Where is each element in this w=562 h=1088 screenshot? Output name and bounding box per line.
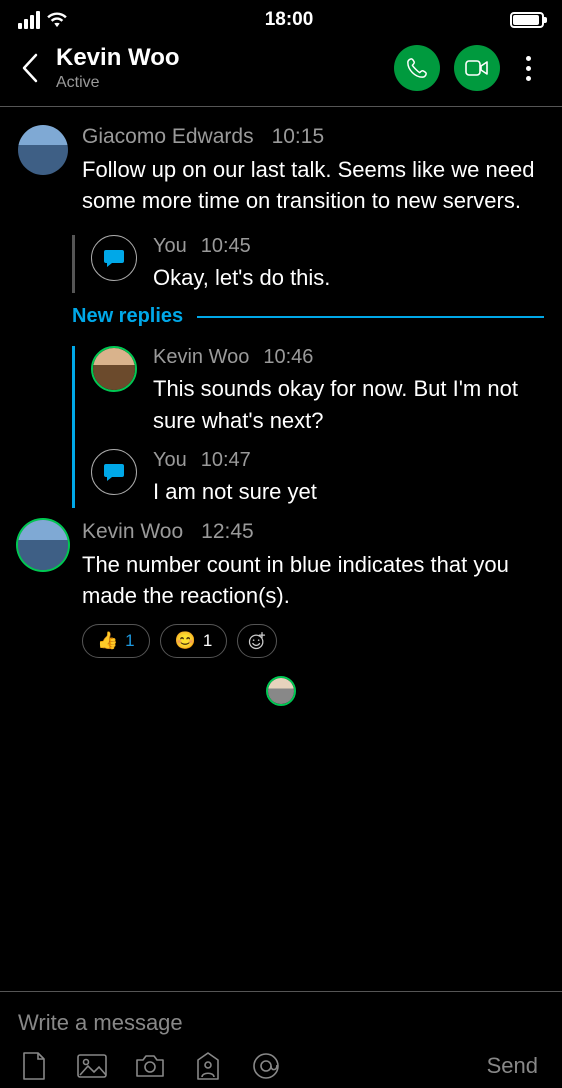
smile-icon: 😊 bbox=[175, 631, 196, 651]
back-button[interactable] bbox=[8, 46, 52, 90]
message-text: This sounds okay for now. But I'm not su… bbox=[153, 373, 544, 437]
image-icon bbox=[76, 1053, 108, 1079]
reaction-smile[interactable]: 😊 1 bbox=[160, 624, 228, 658]
video-icon bbox=[465, 59, 489, 77]
add-reaction-icon bbox=[247, 631, 267, 651]
more-options-button[interactable] bbox=[510, 45, 546, 91]
timestamp: 10:45 bbox=[201, 235, 251, 258]
read-receipt[interactable] bbox=[18, 676, 544, 706]
wifi-icon bbox=[46, 12, 68, 28]
phone-icon bbox=[406, 57, 428, 79]
sender-name: You bbox=[153, 235, 187, 258]
timestamp: 10:47 bbox=[201, 449, 251, 472]
avatar[interactable] bbox=[18, 125, 68, 175]
battery-icon bbox=[510, 12, 544, 28]
avatar[interactable] bbox=[91, 235, 137, 281]
attach-file-button[interactable] bbox=[18, 1050, 50, 1082]
clock: 18:00 bbox=[265, 9, 314, 31]
message-composer: Write a message Send bbox=[0, 992, 562, 1088]
camera-button[interactable] bbox=[134, 1050, 166, 1082]
reaction-count: 1 bbox=[125, 631, 134, 651]
sender-name: Kevin Woo bbox=[82, 520, 183, 544]
send-button[interactable]: Send bbox=[487, 1053, 544, 1079]
at-icon bbox=[251, 1051, 281, 1081]
sender-name: Kevin Woo bbox=[153, 346, 249, 369]
timestamp: 12:45 bbox=[201, 520, 254, 544]
message-input[interactable]: Write a message bbox=[18, 1004, 544, 1050]
timestamp: 10:15 bbox=[272, 125, 325, 149]
chat-header: Kevin Woo Active bbox=[0, 36, 562, 107]
reply-thread: You 10:45 Okay, let's do this. bbox=[72, 235, 544, 294]
reactions-row: 👍 1 😊 1 bbox=[82, 624, 544, 658]
contact-button[interactable] bbox=[192, 1050, 224, 1082]
speech-bubble-icon bbox=[102, 460, 126, 484]
message-text: The number count in blue indicates that … bbox=[82, 550, 544, 612]
reply[interactable]: You 10:47 I am not sure yet bbox=[91, 449, 544, 508]
camera-icon bbox=[134, 1053, 166, 1079]
add-reaction-button[interactable] bbox=[237, 624, 277, 658]
sender-name: You bbox=[153, 449, 187, 472]
speech-bubble-icon bbox=[102, 246, 126, 270]
contact-name[interactable]: Kevin Woo bbox=[56, 44, 380, 72]
message[interactable]: Giacomo Edwards 10:15 Follow up on our l… bbox=[18, 125, 544, 217]
thumbs-up-icon: 👍 bbox=[97, 631, 118, 651]
video-call-button[interactable] bbox=[454, 45, 500, 91]
reaction-thumbs-up[interactable]: 👍 1 bbox=[82, 624, 150, 658]
message-text: Follow up on our last talk. Seems like w… bbox=[82, 155, 544, 217]
avatar bbox=[266, 676, 296, 706]
signal-icon bbox=[18, 11, 40, 29]
status-bar: 18:00 bbox=[0, 0, 562, 36]
mention-button[interactable] bbox=[250, 1050, 282, 1082]
message[interactable]: Kevin Woo 12:45 The number count in blue… bbox=[18, 520, 544, 658]
reply-thread-new: Kevin Woo 10:46 This sounds okay for now… bbox=[72, 346, 544, 508]
message-text: I am not sure yet bbox=[153, 476, 544, 508]
attach-image-button[interactable] bbox=[76, 1050, 108, 1082]
reply[interactable]: You 10:45 Okay, let's do this. bbox=[91, 235, 544, 294]
reply[interactable]: Kevin Woo 10:46 This sounds okay for now… bbox=[91, 346, 544, 437]
avatar[interactable] bbox=[91, 346, 137, 392]
message-text: Okay, let's do this. bbox=[153, 262, 544, 294]
timestamp: 10:46 bbox=[263, 346, 313, 369]
contact-icon bbox=[194, 1051, 222, 1081]
avatar[interactable] bbox=[18, 520, 68, 570]
file-icon bbox=[20, 1051, 48, 1081]
message-list[interactable]: Giacomo Edwards 10:15 Follow up on our l… bbox=[0, 107, 562, 991]
reaction-count: 1 bbox=[203, 631, 212, 651]
sender-name: Giacomo Edwards bbox=[82, 125, 254, 149]
new-replies-divider: New replies bbox=[72, 305, 544, 328]
new-replies-label: New replies bbox=[72, 305, 183, 328]
audio-call-button[interactable] bbox=[394, 45, 440, 91]
presence-status: Active bbox=[56, 74, 380, 92]
avatar[interactable] bbox=[91, 449, 137, 495]
